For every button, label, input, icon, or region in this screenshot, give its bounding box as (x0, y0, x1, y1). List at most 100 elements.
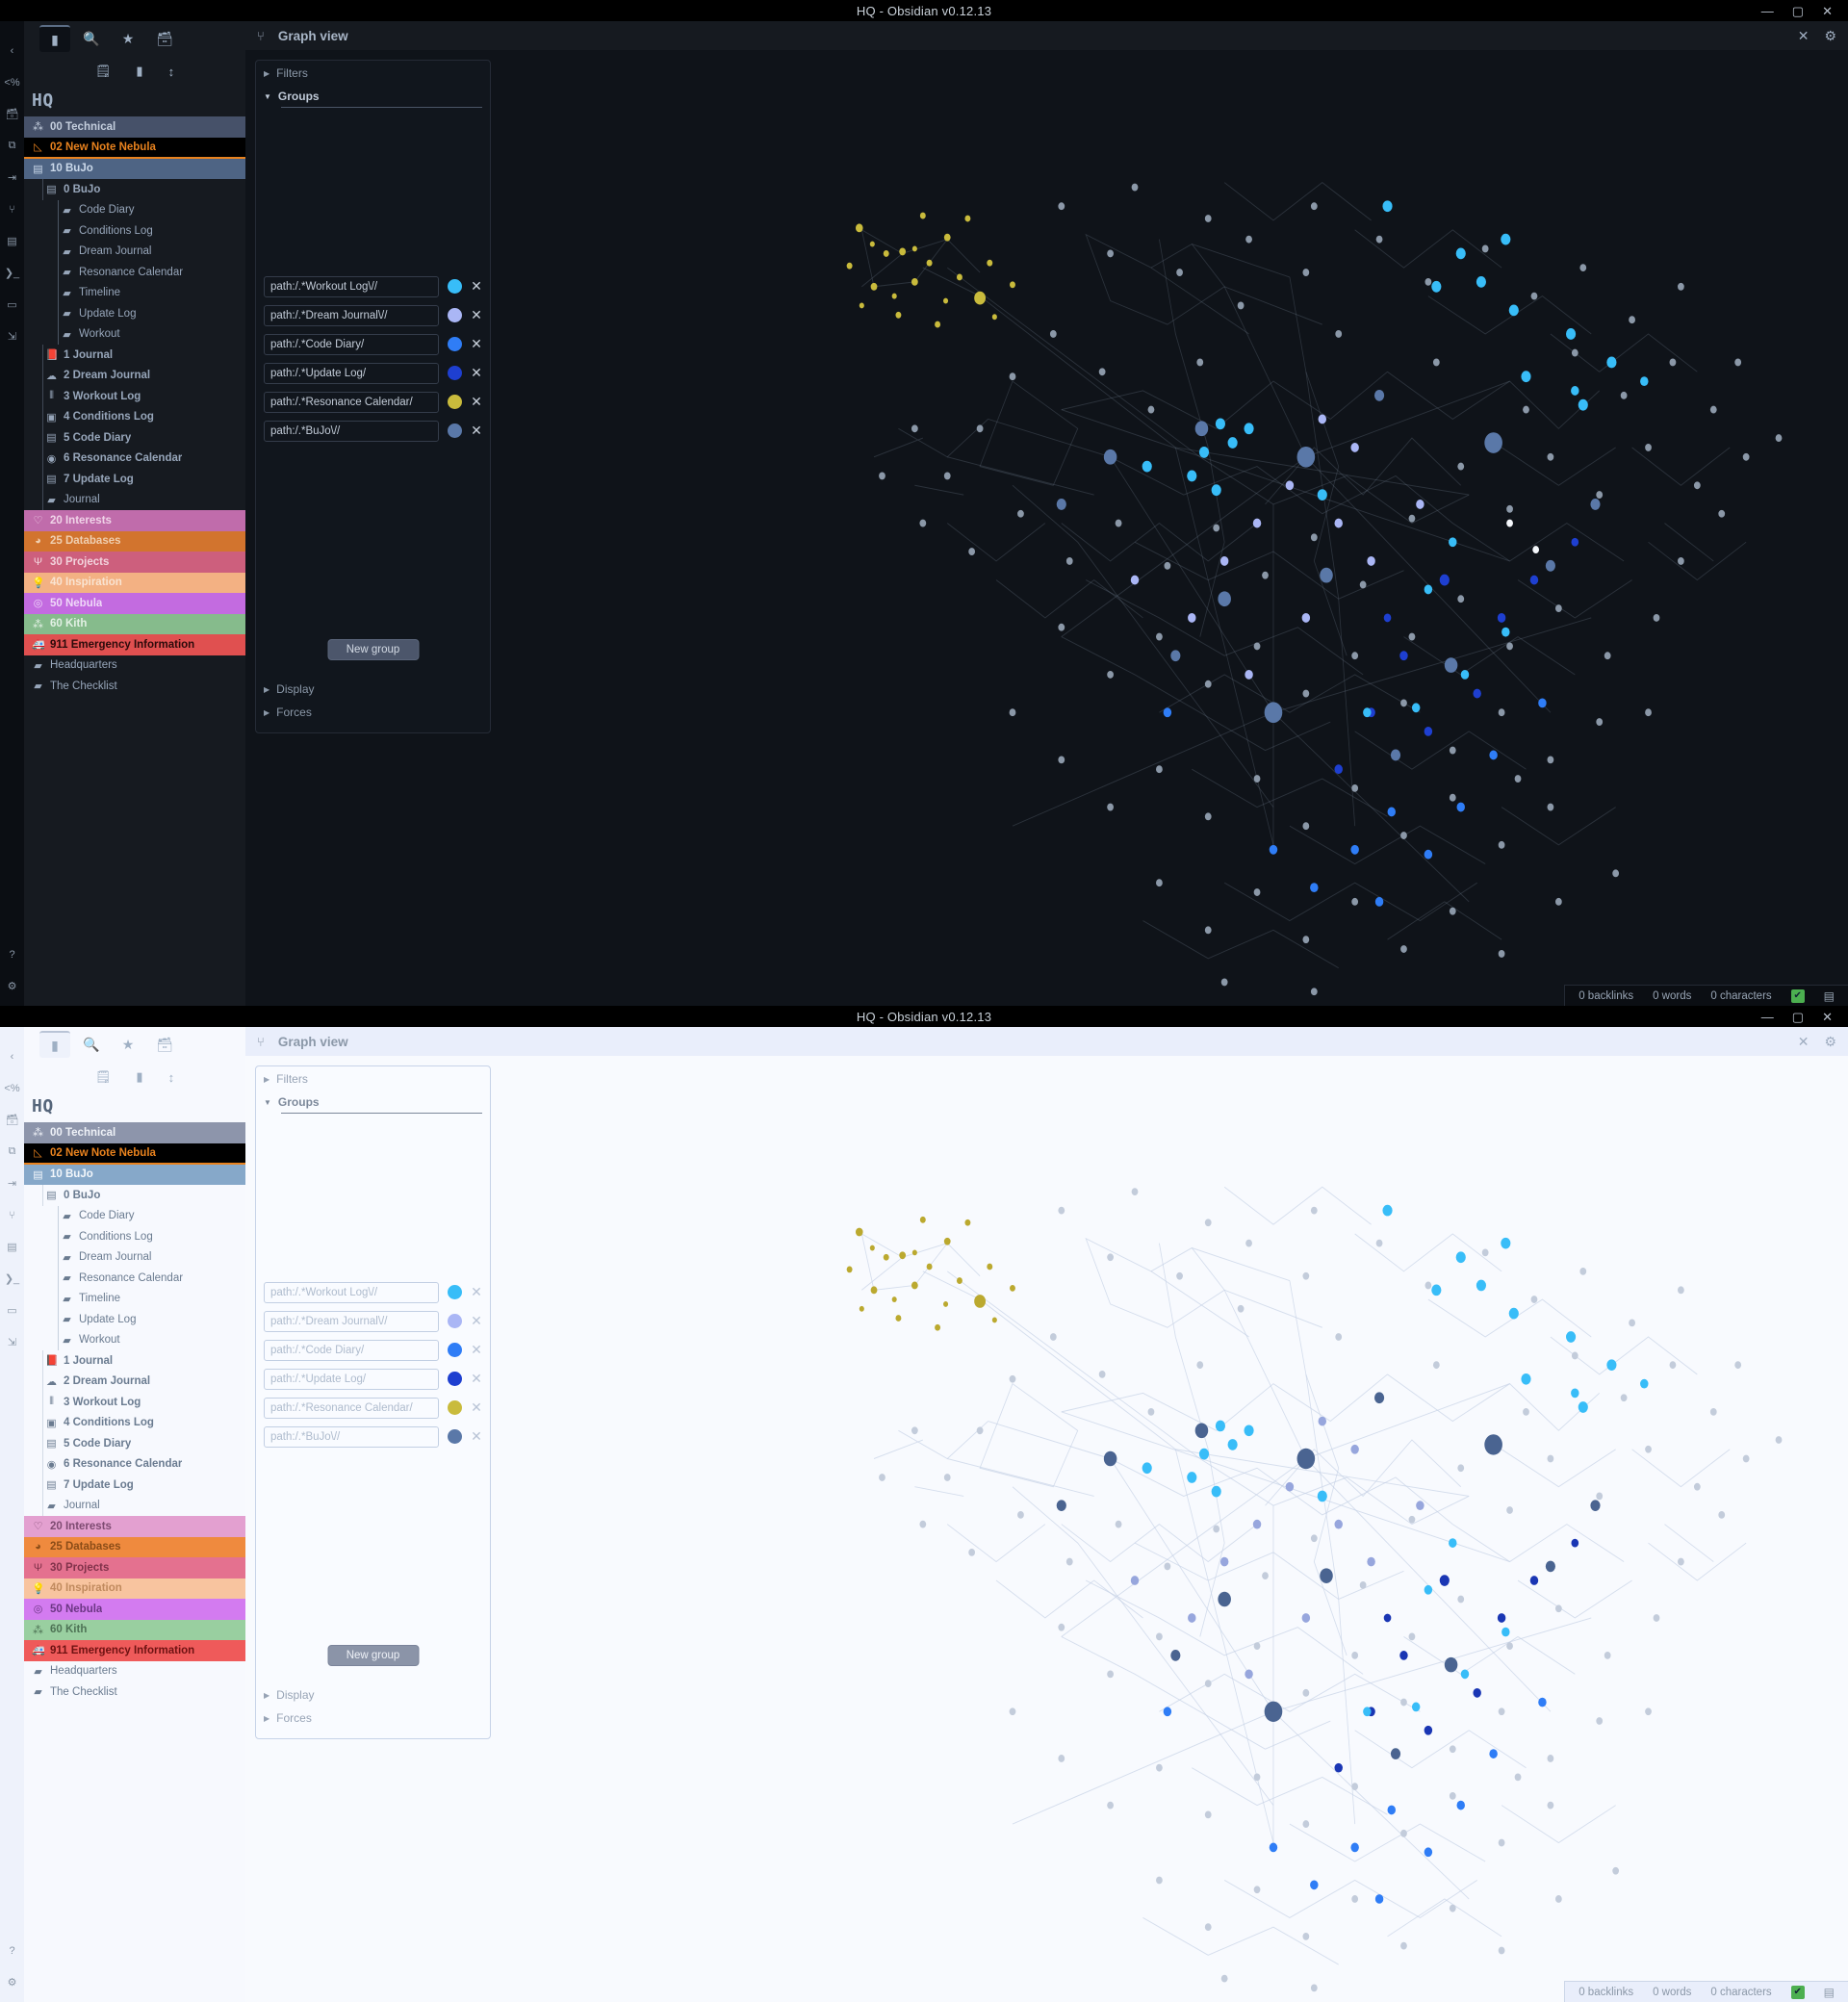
groups-section-toggle[interactable]: ▼ Groups (256, 1090, 490, 1113)
export-icon[interactable]: ⇲ (0, 321, 24, 352)
file-tree-item[interactable]: ⁂ 00 Technical (24, 1122, 245, 1143)
file-tree-item[interactable]: ▣ 4 Conditions Log (24, 406, 245, 428)
group-color-swatch[interactable] (448, 424, 462, 438)
import-icon[interactable]: ⇥ (0, 162, 24, 193)
file-tree-item[interactable]: ♡ 20 Interests (24, 510, 245, 531)
file-tree-item[interactable]: 🚑 911 Emergency Information (24, 634, 245, 655)
new-note-icon[interactable]: 🗒 (95, 64, 112, 79)
file-tree-item[interactable]: ▤ 7 Update Log (24, 469, 245, 490)
terminal-icon[interactable]: ❯_ (0, 257, 24, 289)
file-tree-item[interactable]: ▤ 5 Code Diary (24, 427, 245, 449)
file-tree-item[interactable]: ▰ Resonance Calendar (24, 262, 245, 283)
group-query-input[interactable] (264, 1368, 439, 1390)
tab-starred[interactable]: ★ (113, 25, 143, 52)
help-icon[interactable]: ? (0, 1935, 24, 1966)
graph-icon[interactable]: ⑂ (0, 1199, 24, 1231)
file-tree-item[interactable]: ▰ Journal (24, 1495, 245, 1517)
expand-collapse-icon[interactable]: ↕ (168, 64, 175, 79)
file-tree-item[interactable]: ◺ 02 New Note Nebula (24, 137, 245, 159)
file-tree-item[interactable]: ⁂ 60 Kith (24, 613, 245, 634)
sync-status-icon[interactable]: ✔ (1790, 1985, 1805, 1999)
group-color-swatch[interactable] (448, 366, 462, 380)
file-tree-item[interactable]: ☁ 2 Dream Journal (24, 1371, 245, 1393)
graph-icon[interactable]: ⑂ (0, 193, 24, 225)
file-tree-item[interactable]: ▰ Conditions Log (24, 1226, 245, 1247)
file-tree-item[interactable]: ◉ 6 Resonance Calendar (24, 1453, 245, 1476)
file-tree-item[interactable]: ▰ Dream Journal (24, 1246, 245, 1269)
file-tree-item[interactable]: 💡 40 Inspiration (24, 572, 245, 593)
maximize-button[interactable]: ▢ (1792, 5, 1804, 17)
display-section-toggle[interactable]: ▶ Display (256, 1682, 490, 1706)
graph-canvas[interactable] (491, 50, 1848, 1006)
remove-group-icon[interactable]: ✕ (471, 1399, 482, 1416)
file-tree-item[interactable]: 📕 1 Journal (24, 345, 245, 366)
new-folder-icon[interactable]: ▮ (136, 1069, 142, 1085)
file-tree-item[interactable]: ◎ 50 Nebula (24, 1599, 245, 1620)
remove-group-icon[interactable]: ✕ (471, 1284, 482, 1300)
file-tree-item[interactable]: ▰ Headquarters (24, 655, 245, 677)
remove-group-icon[interactable]: ✕ (471, 336, 482, 352)
expand-collapse-icon[interactable]: ↕ (168, 1070, 175, 1085)
file-tree-item[interactable]: ▰ The Checklist (24, 676, 245, 697)
display-section-toggle[interactable]: ▶ Display (256, 677, 490, 700)
remove-group-icon[interactable]: ✕ (471, 278, 482, 295)
file-tree-item[interactable]: ◉ 6 Resonance Calendar (24, 448, 245, 470)
group-query-input[interactable] (264, 1281, 439, 1303)
settings-gear-icon[interactable]: ⚙ (0, 970, 24, 1002)
file-tree-item[interactable]: ◎ 50 Nebula (24, 593, 245, 614)
export-icon[interactable]: ⇲ (0, 1326, 24, 1358)
group-color-swatch[interactable] (448, 337, 462, 351)
help-icon[interactable]: ? (0, 938, 24, 970)
file-tree-item[interactable]: 📕 1 Journal (24, 1350, 245, 1372)
file-tree-item[interactable]: ⫴ 3 Workout Log (24, 1392, 245, 1413)
file-tree-item[interactable]: ◕ 25 Databases (24, 530, 245, 552)
close-button[interactable]: ✕ (1822, 1011, 1833, 1023)
file-tree-item[interactable]: ▤ 10 BuJo (24, 158, 245, 179)
forces-section-toggle[interactable]: ▶ Forces (256, 700, 490, 723)
file-tree-item[interactable]: ☁ 2 Dream Journal (24, 365, 245, 387)
file-tree-item[interactable]: 🚑 911 Emergency Information (24, 1640, 245, 1661)
group-color-swatch[interactable] (448, 1400, 462, 1415)
file-tree-item[interactable]: 💡 40 Inspiration (24, 1578, 245, 1599)
file-tree-item[interactable]: ▰ Update Log (24, 1309, 245, 1330)
minimize-button[interactable]: — (1761, 1011, 1774, 1023)
close-view-button[interactable]: ✕ (1798, 28, 1810, 44)
file-tree-item[interactable]: ▰ The Checklist (24, 1681, 245, 1703)
file-tree-item[interactable]: ⫴ 3 Workout Log (24, 386, 245, 407)
file-tree-item[interactable]: ▰ Update Log (24, 303, 245, 324)
group-color-swatch[interactable] (448, 1429, 462, 1444)
file-tree-item[interactable]: ▤ 10 BuJo (24, 1164, 245, 1185)
group-color-swatch[interactable] (448, 1343, 462, 1357)
close-view-button[interactable]: ✕ (1798, 1034, 1810, 1050)
new-note-icon[interactable]: 🗒 (95, 1069, 112, 1085)
file-tree-item[interactable]: Ψ 30 Projects (24, 1557, 245, 1578)
group-query-input[interactable] (264, 333, 439, 355)
remove-group-icon[interactable]: ✕ (471, 394, 482, 410)
file-tree-item[interactable]: ▰ Conditions Log (24, 220, 245, 242)
view-settings-gear-icon[interactable]: ⚙ (1824, 1034, 1836, 1050)
remove-group-icon[interactable]: ✕ (471, 307, 482, 323)
new-group-button[interactable]: New group (327, 639, 419, 660)
group-query-input[interactable] (264, 391, 439, 413)
archive-icon[interactable]: ▭ (0, 1295, 24, 1326)
group-query-input[interactable] (264, 420, 439, 442)
templater-icon[interactable]: <% (0, 1072, 24, 1104)
file-tree-item[interactable]: ◕ 25 Databases (24, 1536, 245, 1557)
inbox-icon[interactable]: 🗃 (0, 98, 24, 130)
view-settings-gear-icon[interactable]: ⚙ (1824, 28, 1836, 44)
calendar-icon[interactable]: ▤ (0, 225, 24, 257)
remove-group-icon[interactable]: ✕ (471, 1313, 482, 1329)
file-tree-item[interactable]: ⁂ 60 Kith (24, 1619, 245, 1640)
tab-archive[interactable]: 🗃 (149, 1031, 180, 1058)
minimize-button[interactable]: — (1761, 5, 1774, 17)
file-tree-item[interactable]: ▰ Resonance Calendar (24, 1268, 245, 1289)
filters-section-toggle[interactable]: ▶ Filters (256, 61, 490, 84)
file-tree-item[interactable]: Ψ 30 Projects (24, 552, 245, 573)
terminal-icon[interactable]: ❯_ (0, 1263, 24, 1295)
tab-starred[interactable]: ★ (113, 1031, 143, 1058)
file-tree-item[interactable]: ▰ Code Diary (24, 199, 245, 221)
import-icon[interactable]: ⇥ (0, 1168, 24, 1199)
tab-file-explorer[interactable]: ▮ (39, 1031, 70, 1058)
file-tree-item[interactable]: ▰ Timeline (24, 282, 245, 304)
filters-section-toggle[interactable]: ▶ Filters (256, 1066, 490, 1090)
